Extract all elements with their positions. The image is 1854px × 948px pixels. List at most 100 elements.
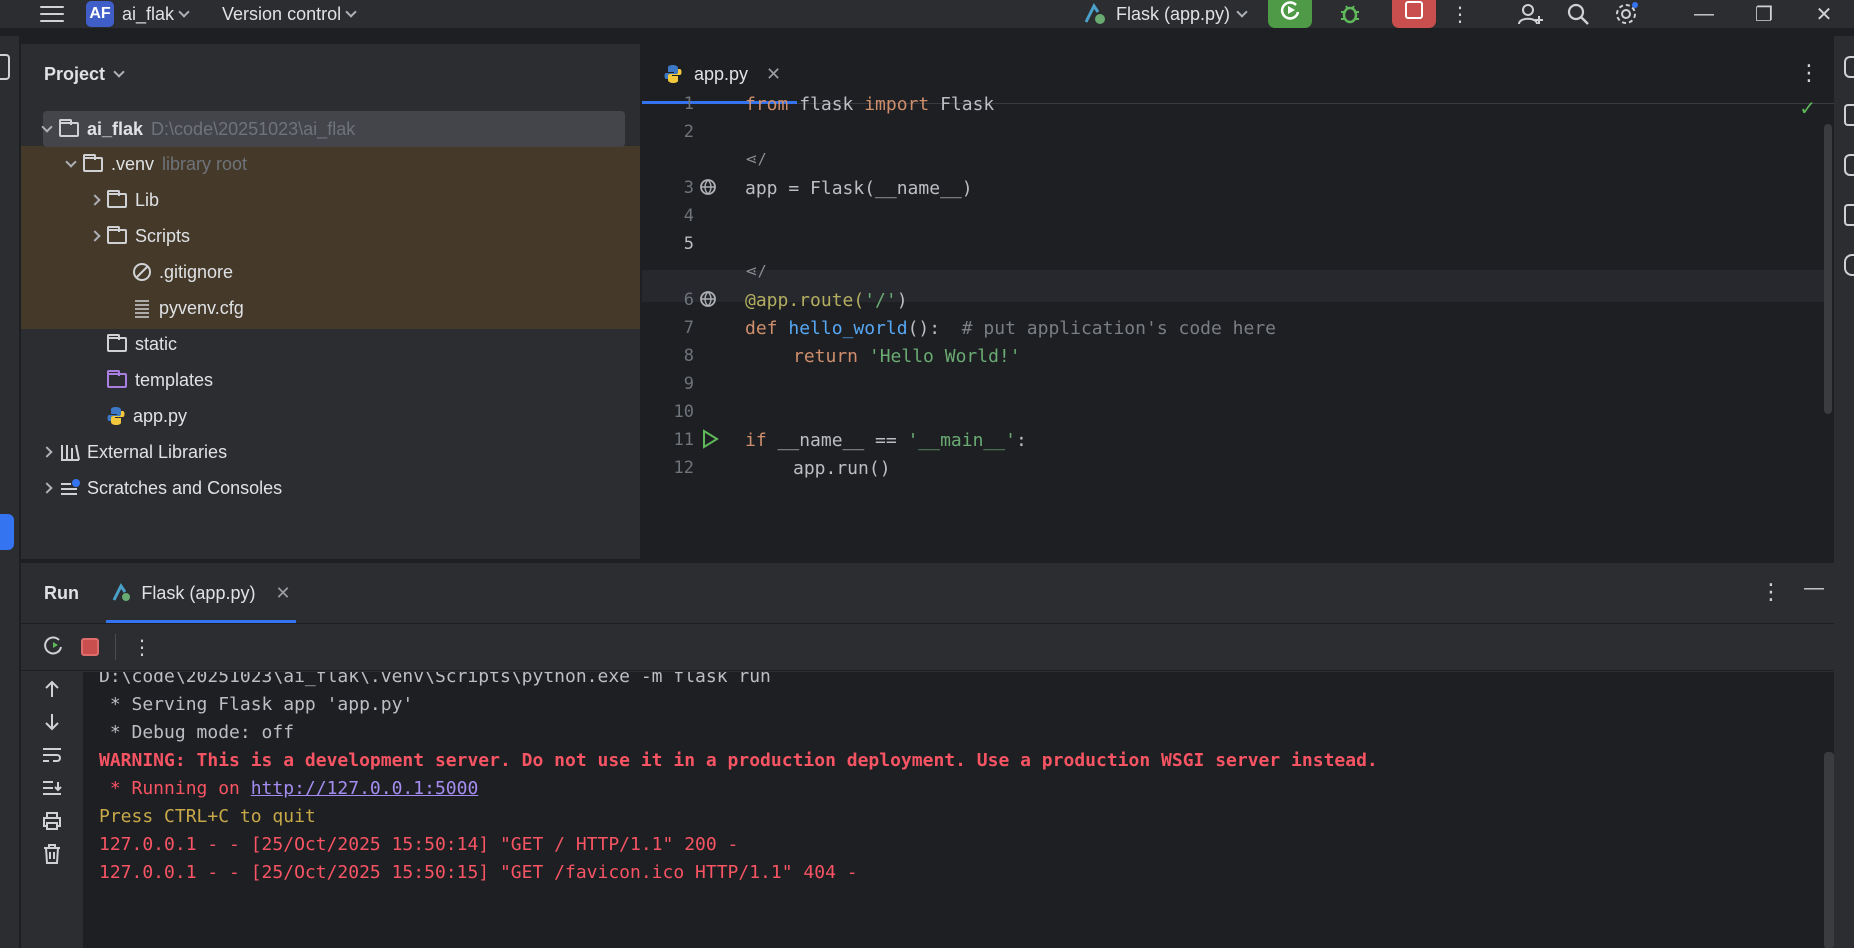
hide-panel-icon[interactable]: — [1804, 577, 1824, 600]
scratches-icon [61, 479, 80, 495]
tree-item-ai-flak[interactable]: ai_flak D:\code\20251023\ai_flak [21, 111, 640, 147]
rerun-icon [1280, 1, 1300, 20]
console-output[interactable]: D:\code\20251023\ai_flak\.venv\Scripts\p… [83, 672, 1834, 948]
run-tool-icon[interactable] [0, 514, 14, 550]
plugin-icon[interactable] [1844, 154, 1854, 176]
close-tab-icon[interactable]: ✕ [275, 583, 290, 604]
chevron-right-icon [41, 446, 53, 458]
print-icon[interactable] [32, 804, 72, 837]
tree-item-templates[interactable]: templates [21, 362, 640, 398]
code-line-8[interactable]: return 'Hello World!' [793, 346, 1021, 367]
chevron-down-icon [1236, 5, 1248, 18]
tree-item-external-libraries[interactable]: External Libraries [21, 434, 640, 470]
console-line: * Running on http://127.0.0.1:5000 [99, 778, 479, 799]
run-panel-title: Run [44, 582, 79, 603]
code-line-12[interactable]: app.run() [793, 458, 891, 479]
project-badge[interactable]: AF [86, 1, 114, 27]
run-config-selector[interactable]: Flask (app.py) [1082, 2, 1248, 26]
server-url-link[interactable]: http://127.0.0.1:5000 [251, 778, 479, 799]
code-line-3[interactable]: app = Flask(__name__) [745, 178, 973, 199]
console-line: 127.0.0.1 - - [25/Oct/2025 15:50:14] "GE… [99, 834, 739, 855]
tree-item-app-py[interactable]: app.py [21, 398, 640, 434]
tree-item-venv[interactable]: .venv library root [21, 146, 640, 182]
more-actions-icon[interactable]: ⋮ [132, 635, 152, 660]
scroll-to-end-icon[interactable] [32, 771, 72, 804]
chevron-down-icon [65, 155, 77, 168]
endpoint-icon[interactable] [699, 178, 719, 198]
run-more-icon[interactable]: ⋮ [1760, 579, 1782, 605]
project-panel-header[interactable]: Project [21, 44, 640, 104]
code-line-6[interactable]: @app.route('/') [745, 290, 908, 311]
code-line-1[interactable]: from flask import Flask [745, 94, 994, 115]
search-icon[interactable] [1554, 0, 1602, 28]
folder-icon [107, 333, 127, 352]
run-gutter-icon[interactable] [701, 429, 721, 451]
ai-assistant-icon[interactable] [1844, 204, 1854, 226]
debug-button[interactable] [1326, 0, 1374, 28]
console-scrollbar[interactable] [1824, 752, 1834, 948]
tree-item-label: .gitignore [159, 261, 234, 282]
code-line-7[interactable]: def hello_world(): # put application's c… [745, 318, 1276, 339]
bug-icon [1341, 5, 1359, 24]
console-line: Press CTRL+C to quit [99, 806, 316, 827]
tree-item-static[interactable]: static [21, 326, 640, 362]
line-number: 6 [683, 290, 694, 310]
rerun-button[interactable] [1268, 0, 1312, 28]
console-warning-line: WARNING: This is a development server. D… [99, 750, 1378, 771]
vcs-menu[interactable]: Version control [222, 3, 357, 25]
folder-icon [107, 189, 127, 208]
database-icon[interactable] [1844, 104, 1854, 126]
clear-trash-icon[interactable] [32, 837, 72, 870]
editor-more-icon[interactable]: ⋮ [1798, 60, 1820, 86]
tree-item-gitignore[interactable]: .gitignore [21, 254, 640, 290]
run-tab-label: Flask (app.py) [141, 582, 256, 603]
tree-item-scratches[interactable]: Scratches and Consoles [21, 470, 640, 506]
tree-item-label: Scratches and Consoles [87, 477, 283, 498]
line-number: 7 [683, 318, 694, 338]
restore-icon[interactable]: ❐ [1734, 0, 1794, 28]
tree-item-label: pyvenv.cfg [159, 297, 244, 318]
code-line-11[interactable]: if __name__ == '__main__': [745, 430, 1027, 451]
main-menu-icon[interactable] [40, 4, 64, 24]
chevron-down-icon [41, 120, 53, 133]
route-inlay-hint[interactable]: ⋖/ [745, 262, 767, 280]
python-file-icon [107, 407, 125, 425]
soft-wrap-icon[interactable] [32, 738, 72, 771]
stop-button[interactable] [1392, 0, 1436, 28]
tree-item-scripts[interactable]: Scripts [21, 218, 640, 254]
rerun-icon[interactable] [41, 633, 65, 662]
tree-item-pyvenv-cfg[interactable]: pyvenv.cfg [21, 290, 640, 326]
copilot-icon[interactable] [1844, 254, 1854, 276]
settings-gear-icon[interactable] [1602, 0, 1650, 28]
run-tab-flask[interactable]: Flask (app.py) ✕ [106, 563, 296, 623]
route-inlay-hint[interactable]: ⋖/ [745, 150, 767, 168]
line-number: 3 [683, 178, 694, 198]
project-tool-icon[interactable] [0, 54, 10, 80]
endpoint-icon[interactable] [699, 290, 719, 310]
tree-item-lib[interactable]: Lib [21, 182, 640, 218]
chevron-right-icon [89, 230, 101, 242]
scroll-up-icon[interactable] [32, 672, 72, 705]
tree-item-path: D:\code\20251023\ai_flak [151, 118, 356, 139]
vcs-label: Version control [222, 3, 342, 24]
line-number: 11 [673, 430, 694, 450]
stop-icon[interactable] [81, 638, 99, 656]
notifications-icon[interactable] [1844, 56, 1854, 78]
project-switcher[interactable]: ai_flak [122, 4, 190, 25]
tree-item-label: templates [135, 369, 214, 390]
folder-icon [59, 118, 79, 137]
ignore-file-icon [133, 263, 151, 281]
close-window-icon[interactable]: ✕ [1794, 0, 1854, 28]
editor-scrollbar[interactable] [1824, 124, 1832, 414]
share-icon: ⋖ [745, 262, 758, 280]
chevron-right-icon [41, 482, 53, 494]
tree-item-label: External Libraries [87, 441, 228, 462]
more-actions-icon[interactable]: ⋮ [1436, 0, 1484, 28]
close-tab-icon[interactable]: ✕ [766, 64, 781, 85]
chevron-down-icon [113, 65, 125, 78]
tree-item-hint: library root [162, 153, 248, 174]
minimize-icon[interactable]: — [1674, 0, 1734, 28]
tree-item-label: ai_flak [87, 118, 144, 139]
add-user-icon[interactable] [1506, 0, 1554, 28]
scroll-down-icon[interactable] [32, 705, 72, 738]
